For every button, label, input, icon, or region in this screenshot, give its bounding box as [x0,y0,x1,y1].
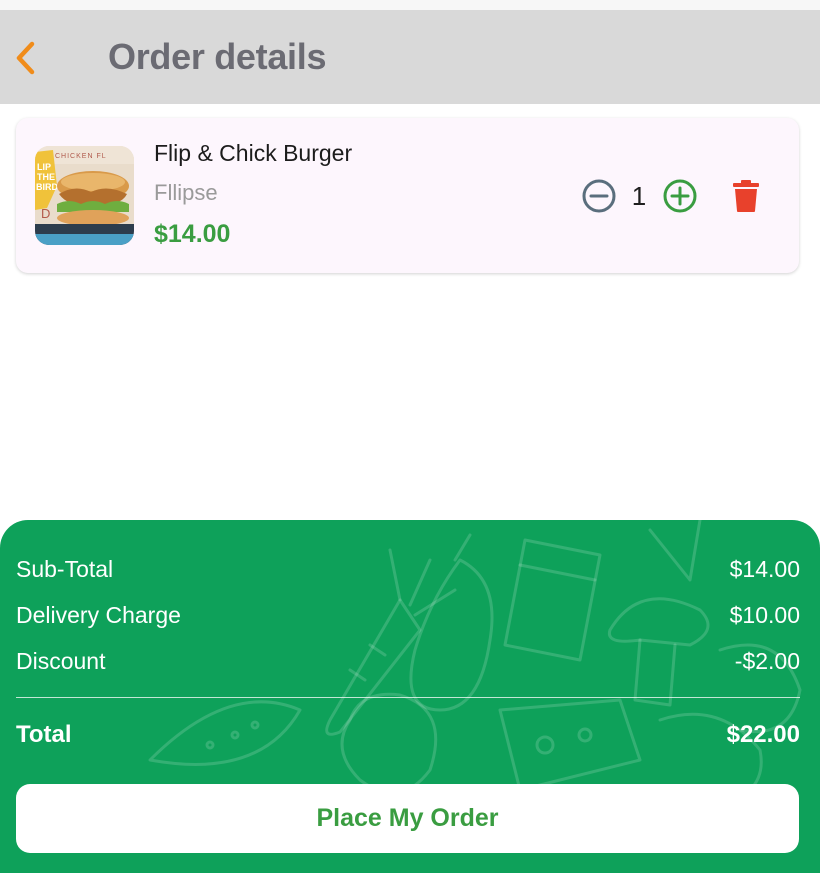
item-shop: Fllipse [154,180,218,205]
discount-row: Discount -$2.00 [16,648,800,678]
subtotal-row: Sub-Total $14.00 [16,556,800,586]
discount-label: Discount [16,648,106,674]
delivery-charge-row: Delivery Charge $10.00 [16,602,800,632]
quantity-value: 1 [631,181,647,211]
increase-quantity-button[interactable] [662,178,698,214]
burger-photo-icon: CHICKEN FL LIP THE BIRD D [35,146,134,245]
place-order-label: Place My Order [316,804,499,832]
order-details-screen: Order details CHICKEN FL LIP THE BIRD D [0,0,820,873]
logo-lettering: CHICKEN FL [55,153,107,160]
total-row: Total $22.00 [16,721,800,751]
total-value: $22.00 [726,721,800,748]
subtotal-label: Sub-Total [16,556,114,582]
plus-circle-icon [663,179,697,213]
delivery-charge-value: $10.00 [729,602,800,628]
back-button[interactable] [8,38,44,78]
discount-value: -$2.00 [734,648,800,674]
bird-text: BIRD [36,182,58,192]
minus-circle-icon [582,179,616,213]
status-bar-strip [0,0,820,10]
place-order-button[interactable]: Place My Order [16,784,799,853]
item-price: $14.00 [154,220,231,248]
summary-divider [16,697,800,698]
decrease-quantity-button[interactable] [581,178,617,214]
total-label: Total [16,721,72,748]
flip-text: LIP [37,162,51,172]
page-title: Order details [108,36,327,77]
subtotal-value: $14.00 [729,556,800,582]
order-summary-panel: Sub-Total $14.00 Delivery Charge $10.00 … [0,520,820,873]
app-bar: Order details [0,10,820,104]
delete-item-button[interactable] [729,178,763,214]
d-letter: D [41,206,50,221]
trash-icon [733,180,759,212]
item-name: Flip & Chick Burger [154,140,353,166]
chevron-left-icon [16,41,35,75]
delivery-charge-label: Delivery Charge [16,602,181,628]
the-text: THE [37,172,55,182]
cart-item-card: CHICKEN FL LIP THE BIRD D Flip & Chick B… [16,118,799,273]
burger-image[interactable]: CHICKEN FL LIP THE BIRD D [35,146,134,245]
